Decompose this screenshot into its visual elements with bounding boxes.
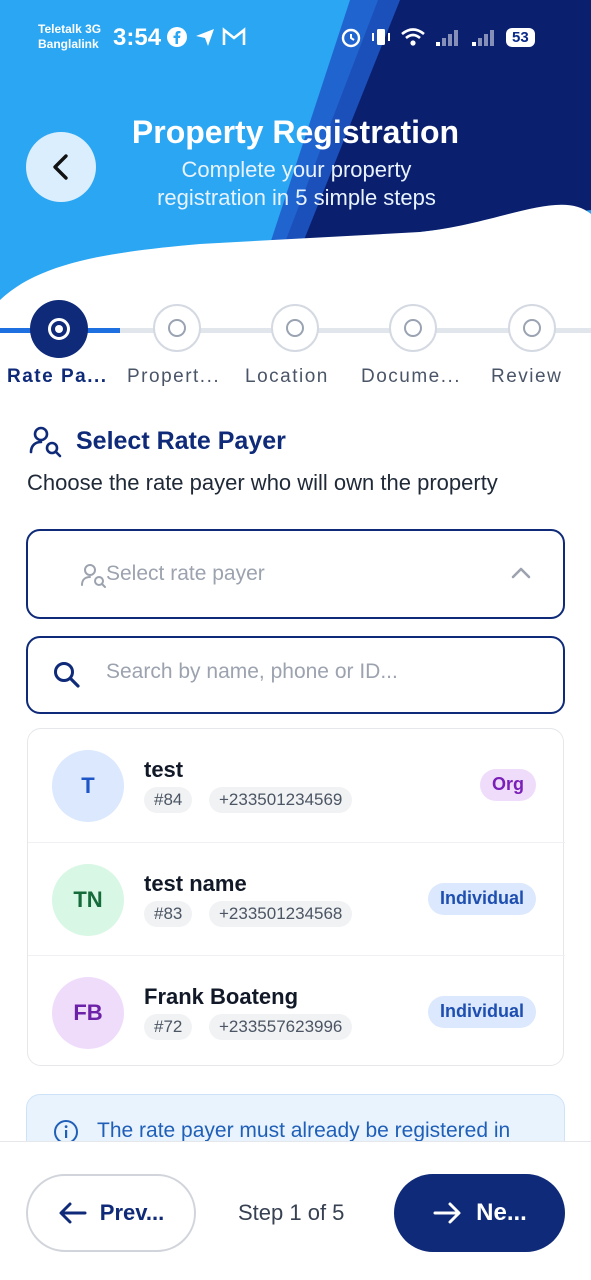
step-circle-location[interactable] [271, 304, 319, 352]
rate-payer-name: Frank Boateng [144, 984, 299, 1009]
arrow-left-icon [59, 1202, 87, 1224]
step-circle-rate-payer[interactable] [30, 300, 88, 358]
rate-payer-phone: +233501234569 [209, 787, 353, 813]
subtitle-line-1: Complete your property [181, 157, 412, 182]
step-label-location[interactable]: Location [245, 366, 329, 388]
gmail-icon [222, 27, 246, 45]
rate-payer-id: #83 [144, 901, 193, 927]
alarm-icon [341, 28, 361, 48]
type-badge: Org [480, 769, 537, 801]
step-label-property[interactable]: Propert... [127, 366, 220, 388]
notification-icons [166, 26, 246, 48]
carrier-1: Teletalk 3G [38, 22, 102, 36]
step-label-rate-payer[interactable]: Rate Pa... [7, 366, 108, 388]
rate-payer-row[interactable]: T test #84 +233501234569 Org [28, 729, 565, 841]
type-badge: Individual [428, 883, 537, 915]
previous-label: Prev... [99, 1200, 165, 1225]
arrow-right-icon [433, 1202, 461, 1224]
signal-icon-1 [436, 30, 458, 46]
carrier-info: Teletalk 3G Banglalink [38, 22, 101, 52]
rate-payer-select[interactable]: Select rate payer [26, 529, 565, 619]
type-badge: Individual [428, 996, 537, 1028]
page-title: Property Registration [131, 114, 460, 150]
clock: 3:54 [113, 24, 162, 51]
avatar: T [52, 750, 124, 822]
chevron-up-icon[interactable] [510, 565, 532, 581]
rate-payer-list: T test #84 +233501234569 Org TN test nam… [27, 728, 565, 1067]
rate-payer-row[interactable]: FB Frank Boateng #72 +233557623996 Indiv… [28, 955, 565, 1067]
user-search-icon [81, 564, 106, 588]
rate-payer-name: test name [144, 871, 247, 896]
section-header: Select Rate Payer [28, 424, 286, 458]
step-circle-documents[interactable] [389, 304, 437, 352]
step-label-documents[interactable]: Docume... [361, 366, 461, 388]
next-button[interactable]: Ne... [394, 1174, 565, 1252]
step-circle-review[interactable] [508, 304, 556, 352]
avatar: FB [52, 977, 124, 1049]
next-label: Ne... [476, 1199, 527, 1226]
section-title: Select Rate Payer [76, 426, 286, 455]
step-circle-property[interactable] [153, 304, 201, 352]
wifi-icon [401, 28, 425, 46]
section-description: Choose the rate payer who will own the p… [27, 470, 498, 495]
previous-button[interactable]: Prev... [26, 1174, 196, 1252]
step-counter: Step 1 of 5 [238, 1200, 345, 1225]
rate-payer-id: #72 [144, 1014, 193, 1040]
send-icon [196, 29, 214, 46]
rate-payer-id: #84 [144, 787, 193, 813]
system-icons: 53 [340, 26, 535, 48]
info-text: The rate payer must already be registere… [97, 1119, 511, 1142]
footer-nav: Prev... Step 1 of 5 Ne... [0, 1141, 591, 1280]
status-bar: Teletalk 3G Banglalink 3:54 53 [0, 0, 591, 78]
user-search-icon [29, 426, 62, 458]
search-field[interactable] [26, 636, 565, 714]
signal-icon-2 [472, 30, 494, 46]
search-icon [54, 662, 80, 688]
carrier-2: Banglalink [38, 37, 99, 51]
avatar: TN [52, 864, 124, 936]
battery-level: 53 [506, 27, 535, 47]
select-placeholder: Select rate payer [106, 562, 265, 585]
rate-payer-row[interactable]: TN test name #83 +233501234568 Individua… [28, 842, 565, 954]
rate-payer-phone: +233501234568 [209, 901, 353, 927]
header: Teletalk 3G Banglalink 3:54 53 Property … [0, 0, 591, 340]
facebook-icon [167, 27, 187, 47]
search-input[interactable] [106, 660, 526, 684]
page-subtitle: Complete your property registration in 5… [0, 156, 591, 212]
vibrate-icon [372, 29, 390, 45]
subtitle-line-2: registration in 5 simple steps [157, 185, 436, 210]
step-label-review[interactable]: Review [491, 366, 562, 388]
rate-payer-name: test [144, 757, 184, 782]
rate-payer-phone: +233557623996 [209, 1014, 353, 1040]
